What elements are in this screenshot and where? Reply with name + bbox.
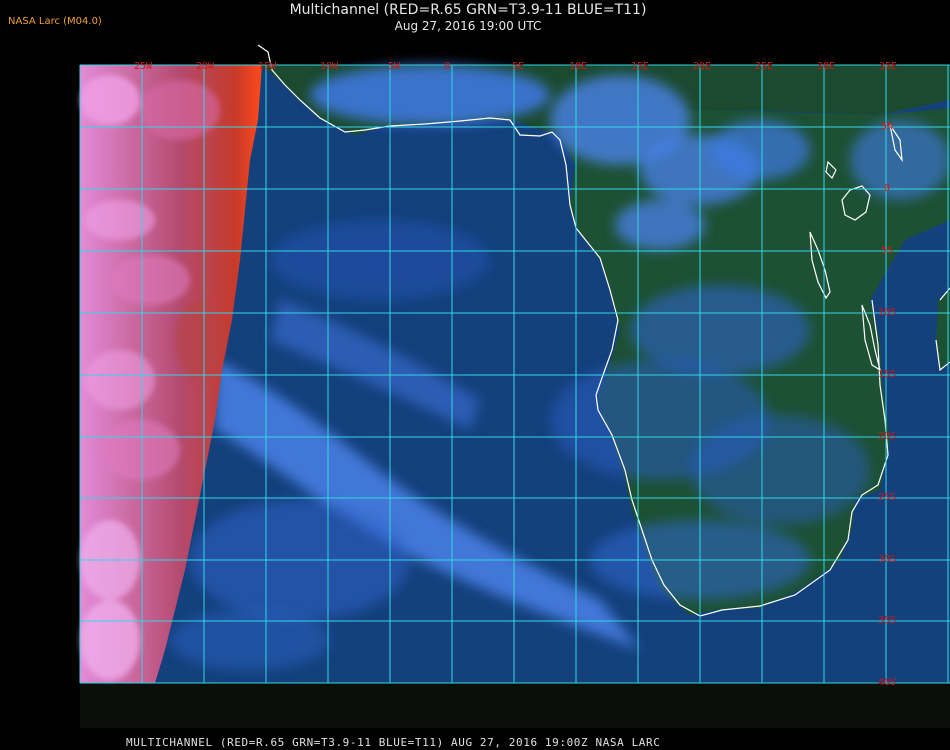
longitude-label: 35E	[879, 61, 897, 72]
latitude-label: 10S	[878, 307, 896, 318]
latitude-label: 40S	[878, 677, 896, 688]
longitude-label: 5W	[388, 61, 401, 72]
latitude-label: 20S	[878, 431, 896, 442]
satellite-map: 25W 20W 15W 10W 5W 0 5E 10E 15E 20E 25E 30E 35E 5N 0 5S…	[79, 44, 950, 728]
longitude-label: 10E	[569, 61, 587, 72]
longitude-label: 5E	[512, 61, 524, 72]
longitude-label: 15W	[258, 61, 277, 72]
longitude-label: 15E	[631, 61, 649, 72]
latitude-label: 25S	[878, 492, 896, 503]
latitude-label: 30S	[878, 554, 896, 565]
longitude-label: 25E	[755, 61, 773, 72]
longitude-label: 30E	[817, 61, 835, 72]
longitude-label: 20W	[196, 61, 215, 72]
latitude-label: 5S	[881, 245, 893, 256]
latitude-label: 35S	[878, 615, 896, 626]
bottom-dark-band	[80, 683, 950, 728]
longitude-label: 10W	[320, 61, 339, 72]
longitude-label: 0	[444, 61, 450, 72]
longitude-label: 25W	[134, 61, 153, 72]
latitude-label: 0	[884, 183, 890, 194]
longitude-label: 20E	[693, 61, 711, 72]
footer-caption: MULTICHANNEL (RED=R.65 GRN=T3.9-11 BLUE=…	[126, 736, 661, 749]
latitude-label: 5N	[881, 121, 893, 132]
latitude-label: 15S	[878, 369, 896, 380]
